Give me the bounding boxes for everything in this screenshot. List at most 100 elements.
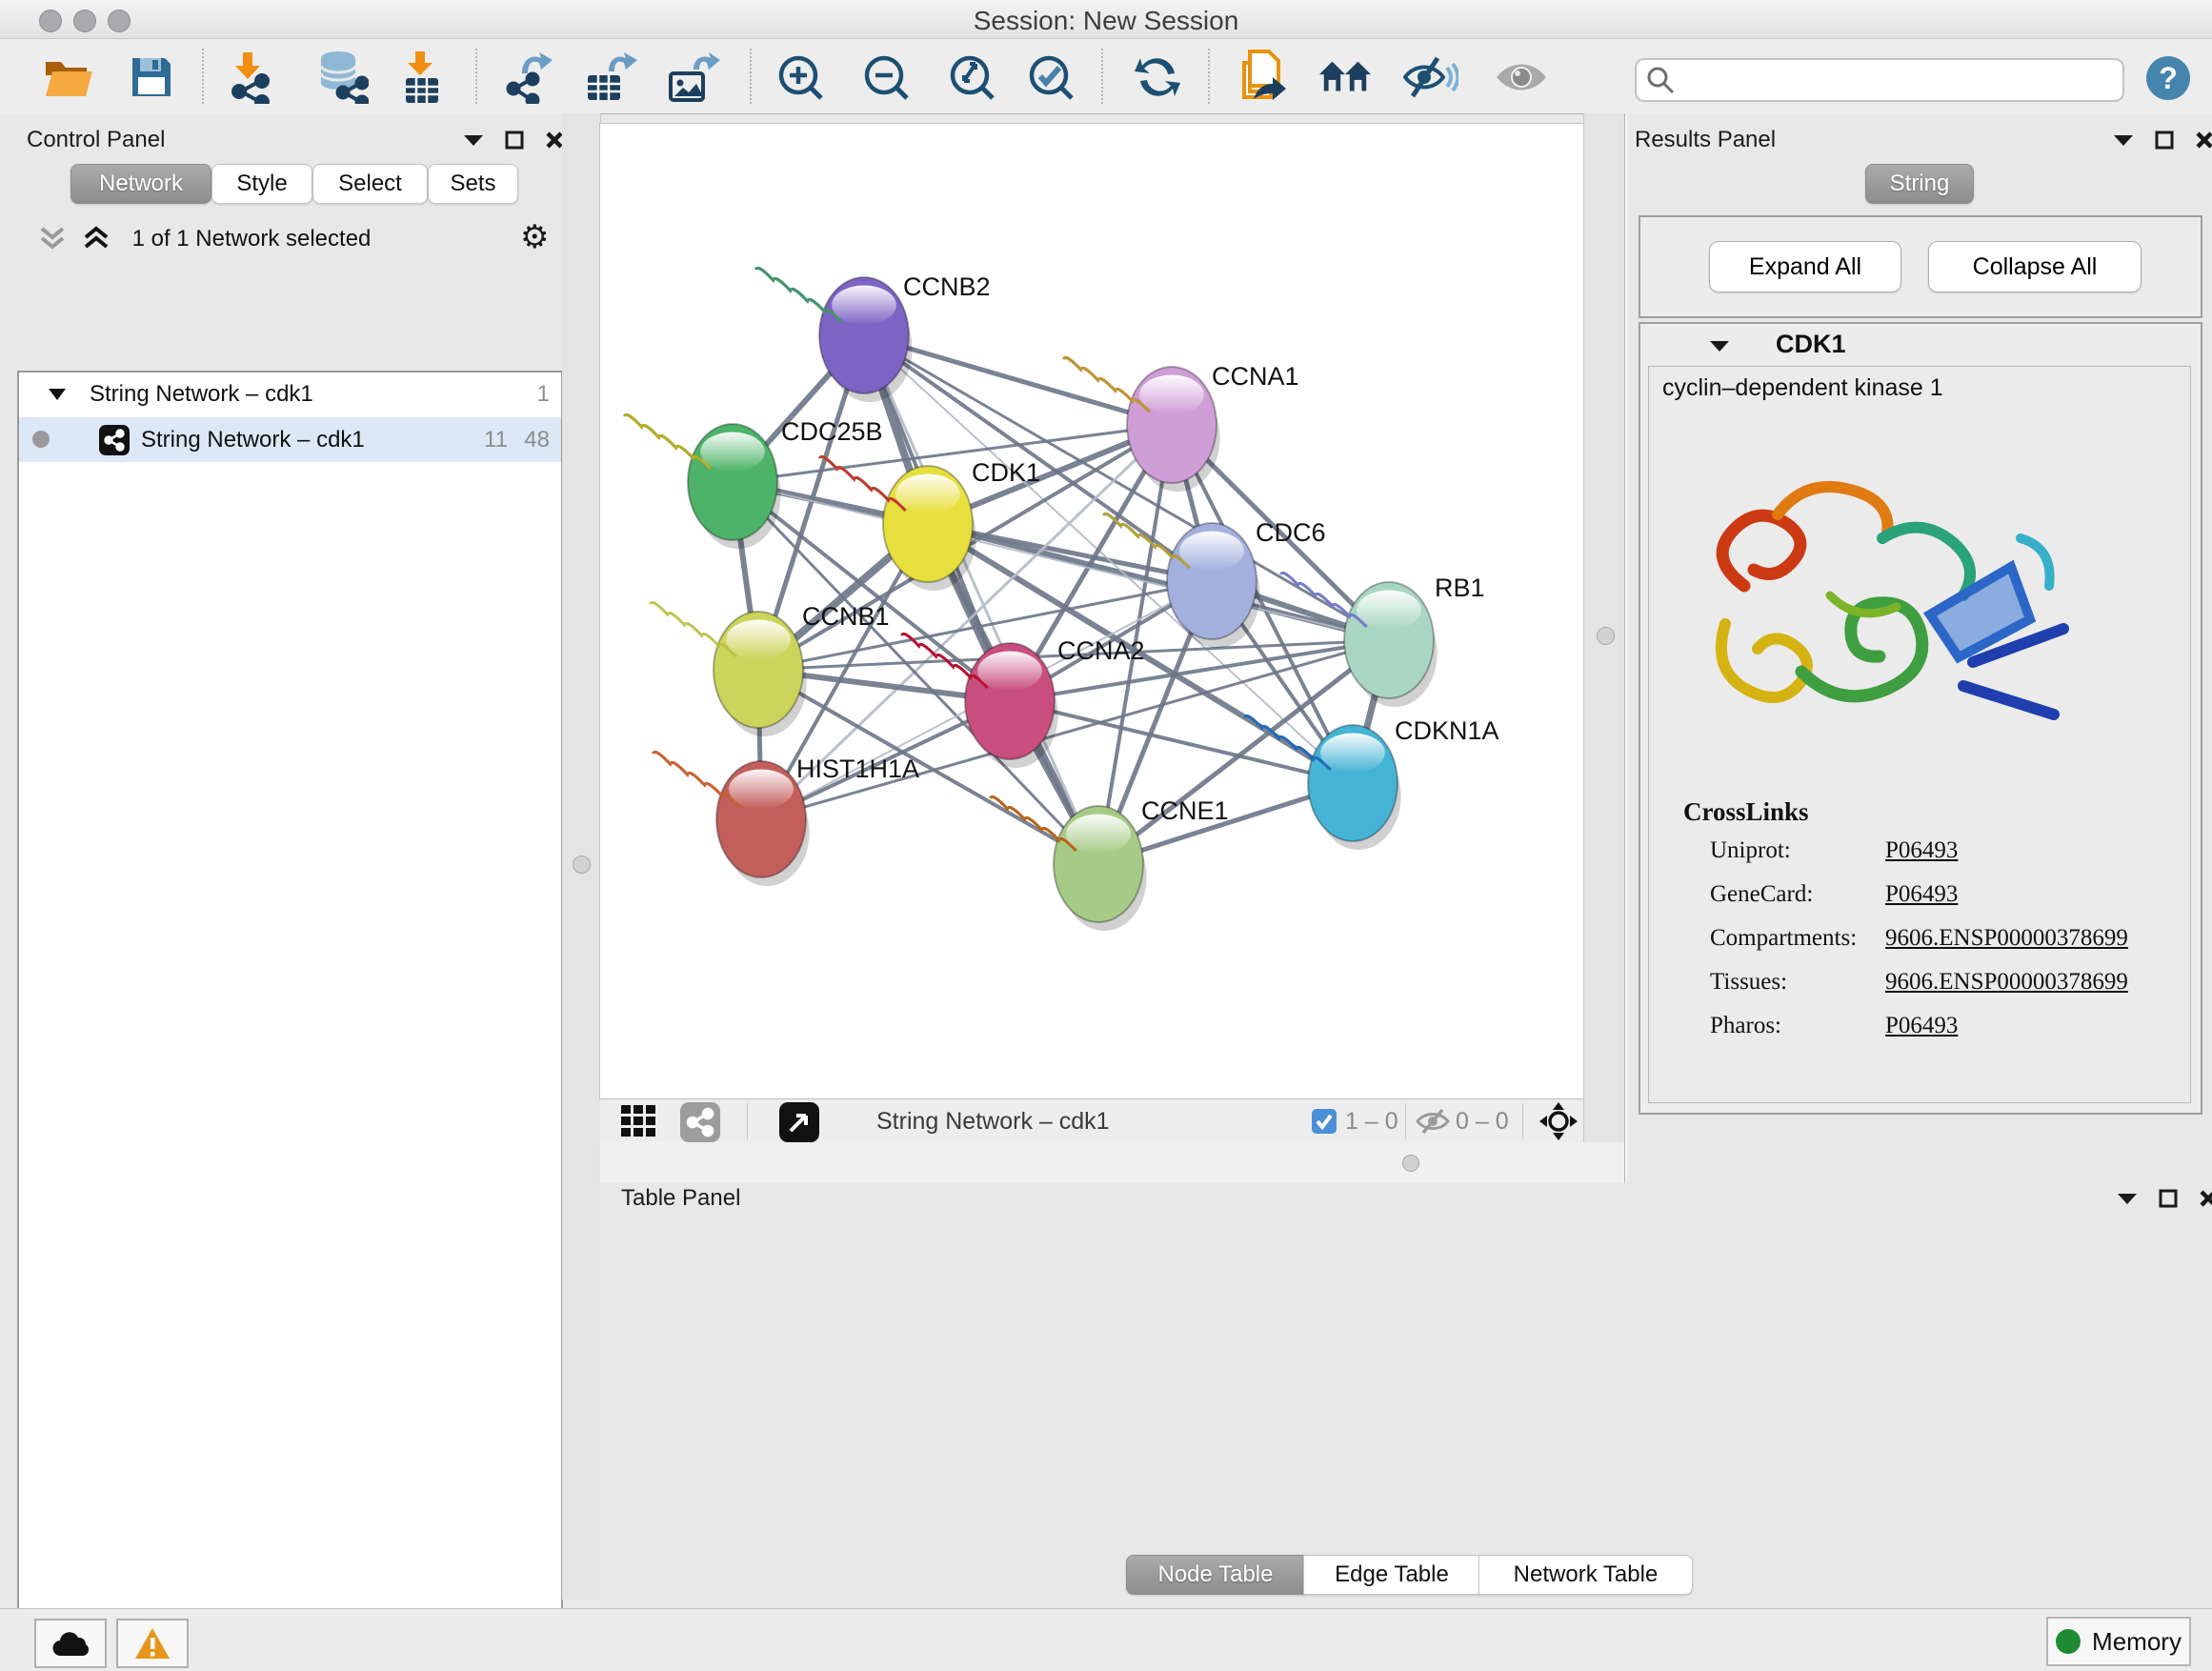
gene-name: CDK1 — [1776, 330, 1846, 359]
network-edge-count: 48 — [524, 427, 550, 453]
apply-layout-button[interactable] — [1130, 50, 1185, 105]
birds-eye-view-icon[interactable] — [779, 1102, 819, 1142]
tab-network-table[interactable]: Network Table — [1478, 1555, 1693, 1595]
show-all-button[interactable] — [1494, 50, 1549, 105]
collection-label: String Network – cdk1 — [90, 381, 313, 408]
network-options-gear-icon[interactable]: ⚙ — [520, 218, 549, 256]
gene-expander-icon[interactable] — [1709, 339, 1730, 352]
import-network-from-database-button[interactable] — [314, 50, 370, 105]
crosslink-link[interactable]: 9606.ENSP00000378699 — [1885, 925, 2128, 952]
toolbar-separator — [1101, 49, 1103, 104]
network-canvas[interactable]: CCNB2CCNA1CDC25BCDK1CDC6RB1CCNB1CCNA2CDK… — [600, 124, 1583, 1098]
export-table-button[interactable] — [583, 50, 638, 105]
export-network-icon — [501, 50, 554, 104]
selected-checkbox-icon[interactable] — [1312, 1109, 1337, 1134]
network-mode-icon[interactable] — [680, 1102, 720, 1142]
crosslink-link[interactable]: P06493 — [1885, 837, 1958, 864]
pan-move-icon[interactable] — [1538, 1101, 1579, 1141]
floppy-disk-icon — [129, 54, 174, 100]
open-session-button[interactable] — [41, 50, 96, 105]
crosslink-label: Tissues: — [1710, 969, 1787, 996]
network-graph[interactable]: CCNB2CCNA1CDC25BCDK1CDC6RB1CCNB1CCNA2CDK… — [600, 124, 1583, 1098]
crosslinks-title: CrossLinks — [1683, 797, 1809, 827]
network-type-icon — [99, 425, 130, 455]
node-label: CDC6 — [1256, 518, 1326, 547]
float-panel-icon[interactable] — [2159, 1189, 2178, 1208]
memory-label: Memory — [2092, 1627, 2182, 1657]
hide-selected-button[interactable] — [1403, 50, 1458, 105]
panel-menu-icon[interactable] — [2113, 133, 2134, 147]
import-network-file-button[interactable] — [222, 50, 277, 105]
copy-document-button[interactable] — [1235, 50, 1290, 105]
horizontal-splitter-handle[interactable] — [1402, 1155, 1419, 1172]
network-collection-row[interactable]: String Network – cdk1 1 — [19, 372, 561, 417]
save-session-button[interactable] — [124, 50, 179, 105]
node-label: CCNB1 — [802, 602, 890, 631]
node-label: CCNB2 — [903, 272, 991, 301]
network-selection-status: 1 of 1 Network selected — [0, 226, 503, 252]
memory-button[interactable]: Memory — [2046, 1617, 2191, 1666]
mode-bar-separator — [747, 1103, 748, 1139]
application-window: Session: New Session — [0, 0, 2212, 1671]
refresh-icon — [1133, 52, 1182, 102]
close-panel-icon[interactable] — [2199, 1189, 2212, 1208]
search-input[interactable] — [1675, 66, 2088, 94]
tab-sets[interactable]: Sets — [428, 164, 518, 204]
close-panel-icon[interactable] — [545, 131, 564, 150]
cloud-icon — [50, 1629, 91, 1658]
node-label: CCNA2 — [1057, 636, 1145, 665]
open-folder-icon — [43, 54, 94, 100]
node-label: CDK1 — [972, 458, 1040, 487]
left-splitter-handle[interactable] — [573, 856, 591, 874]
results-actions-box: Expand All Collapse All — [1639, 215, 2202, 318]
gene-description: cyclin–dependent kinase 1 — [1662, 374, 1943, 402]
network-mode-bar: String Network – cdk1 1 – 0 0 – 0 — [600, 1098, 1583, 1144]
zoom-fit-button[interactable] — [944, 50, 999, 105]
float-panel-icon[interactable] — [505, 131, 524, 150]
zoom-in-button[interactable] — [773, 50, 828, 105]
import-table-file-button[interactable] — [392, 50, 448, 105]
selected-node-edge-counts: 1 – 0 — [1345, 1108, 1398, 1136]
window-title: Session: New Session — [0, 6, 2212, 36]
cloud-status-button[interactable] — [34, 1619, 107, 1668]
zoom-selected-button[interactable] — [1023, 50, 1078, 105]
warning-status-button[interactable] — [116, 1619, 189, 1668]
tab-select[interactable]: Select — [312, 164, 428, 204]
collection-expander-icon[interactable] — [48, 388, 67, 401]
help-button[interactable]: ? — [2146, 56, 2190, 100]
float-panel-icon[interactable] — [2155, 131, 2174, 150]
tab-edge-table[interactable]: Edge Table — [1303, 1555, 1480, 1595]
node-label: CDKN1A — [1395, 716, 1499, 745]
tab-string-results[interactable]: String — [1865, 164, 1974, 204]
crosslink-link[interactable]: P06493 — [1885, 1013, 1958, 1039]
toolbar-separator — [202, 49, 204, 104]
export-image-icon — [667, 50, 720, 104]
toolbar-separator — [1208, 49, 1210, 104]
houses-icon — [1317, 55, 1373, 99]
export-image-button[interactable] — [666, 50, 721, 105]
network-row-selected[interactable]: String Network – cdk1 11 48 — [19, 417, 561, 462]
zoom-out-button[interactable] — [858, 50, 914, 105]
tab-network[interactable]: Network — [70, 164, 211, 204]
tab-style[interactable]: Style — [211, 164, 312, 204]
collapse-all-button[interactable]: Collapse All — [1928, 241, 2142, 292]
import-network-icon — [224, 50, 275, 104]
crosslink-link[interactable]: P06493 — [1885, 881, 1958, 908]
results-panel-title: Results Panel — [1635, 127, 1776, 153]
right-splitter[interactable] — [1583, 113, 1625, 1142]
close-panel-icon[interactable] — [2195, 131, 2212, 150]
export-network-button[interactable] — [500, 50, 555, 105]
search-field[interactable] — [1635, 58, 2124, 102]
tab-node-table[interactable]: Node Table — [1126, 1555, 1305, 1595]
expand-all-button[interactable]: Expand All — [1709, 241, 1901, 292]
panel-menu-icon[interactable] — [463, 133, 484, 147]
grid-mode-icon[interactable] — [621, 1105, 669, 1137]
node-label: RB1 — [1435, 574, 1485, 602]
export-table-icon — [584, 50, 637, 104]
control-panel: Control Panel Network Style Select Sets … — [0, 113, 563, 1600]
crosslink-link[interactable]: 9606.ENSP00000378699 — [1885, 969, 2128, 996]
panel-menu-icon[interactable] — [2117, 1192, 2138, 1205]
left-splitter[interactable] — [562, 113, 601, 1600]
first-neighbors-button[interactable] — [1317, 50, 1373, 105]
right-splitter-handle[interactable] — [1597, 627, 1615, 645]
